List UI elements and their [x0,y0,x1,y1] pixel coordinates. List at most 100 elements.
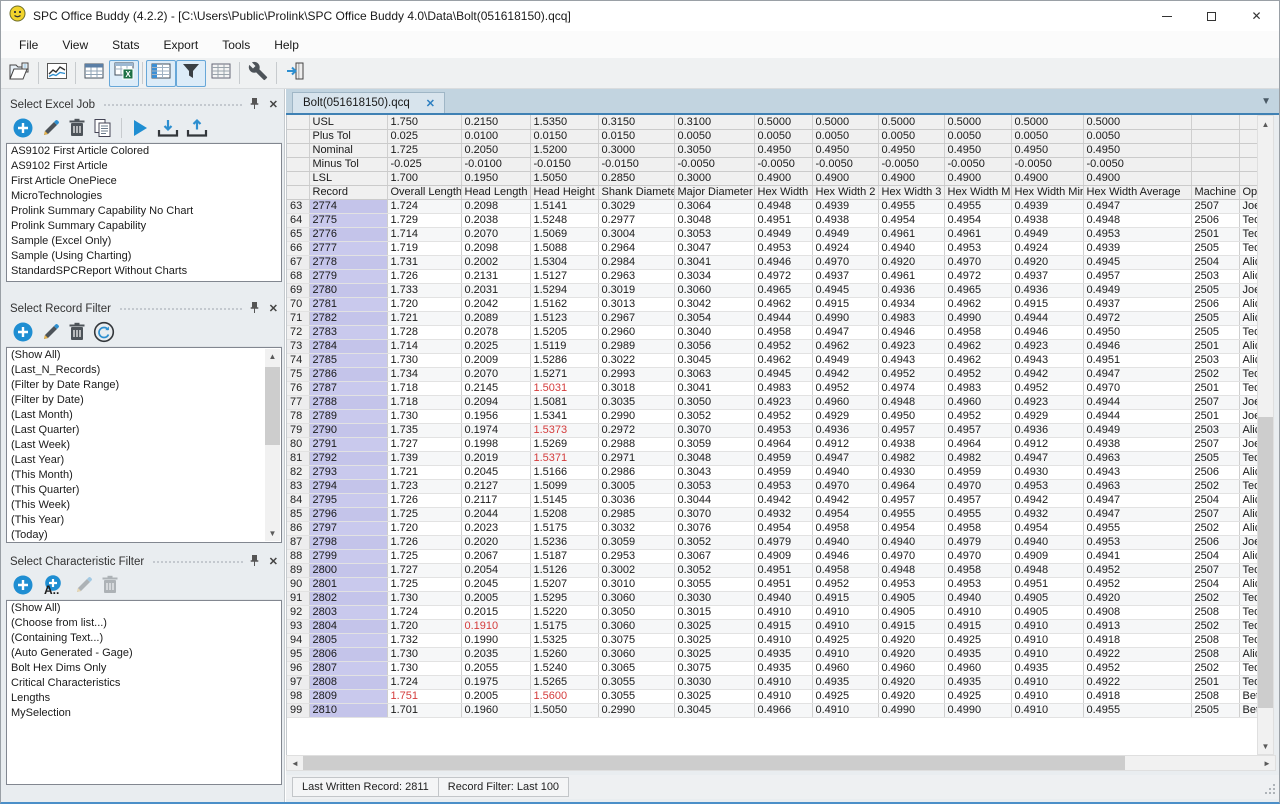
record-cell[interactable]: 2780 [309,283,387,297]
grid-cell[interactable]: Alice [1239,647,1259,661]
grid-cell[interactable]: 0.4935 [754,661,812,675]
list-item[interactable]: StandardSPCReport Without Charts [7,264,281,279]
grid-cell[interactable]: 0.4910 [1011,619,1083,633]
grid-cell[interactable]: 0.4910 [1011,689,1083,703]
row-number[interactable]: 91 [287,591,309,605]
grid-cell[interactable]: 0.3070 [674,507,754,521]
grid-cell[interactable]: 0.4959 [754,451,812,465]
grid-cell[interactable]: 0.4974 [878,381,944,395]
grid-cell[interactable]: 0.4910 [812,619,878,633]
close-button[interactable]: ✕ [1234,1,1279,31]
grid-cell[interactable]: 0.4962 [944,353,1011,367]
grid-cell[interactable]: 1.725 [387,549,461,563]
grid-cell[interactable]: 1.5145 [530,493,598,507]
grid-cell[interactable]: 0.3048 [674,451,754,465]
grid-cell[interactable]: 1.728 [387,325,461,339]
record-cell[interactable]: 2784 [309,339,387,353]
grid-cell[interactable]: 2505 [1191,283,1239,297]
spec-value[interactable] [1239,171,1259,185]
grid-cell[interactable]: 0.4947 [1083,507,1191,521]
grid-cell[interactable]: 0.2964 [598,241,674,255]
grid-cell[interactable]: 0.3052 [674,535,754,549]
grid-cell[interactable]: 0.4990 [812,311,878,325]
grid-cell[interactable]: 0.4950 [1083,325,1191,339]
grid-cell[interactable]: 0.3041 [674,255,754,269]
grid-cell[interactable]: 1.5295 [530,591,598,605]
spec-label[interactable]: Plus Tol [309,129,387,143]
grid-cell[interactable]: 0.2967 [598,311,674,325]
grid-cell[interactable]: 0.4948 [878,563,944,577]
grid-cell[interactable]: 0.4961 [878,269,944,283]
row-number[interactable]: 78 [287,409,309,423]
grid-cell[interactable]: 0.2089 [461,311,530,325]
grid-cell[interactable]: Ted [1239,675,1259,689]
grid-cell[interactable]: 1.720 [387,521,461,535]
grid-cell[interactable]: Alice [1239,423,1259,437]
column-header[interactable]: Record [309,185,387,199]
grid-cell[interactable]: Ted [1239,633,1259,647]
out-of-spec-cell[interactable]: 0.1910 [461,619,530,633]
grid-cell[interactable]: 0.4944 [1011,311,1083,325]
grid-cell[interactable]: 1.701 [387,703,461,717]
grid-cell[interactable]: 1.726 [387,269,461,283]
spec-value[interactable]: 0.5000 [1011,115,1083,129]
scroll-left-icon[interactable]: ◄ [287,759,303,768]
list-item[interactable]: Critical Characteristics [7,676,281,691]
row-number[interactable]: 85 [287,507,309,521]
grid-cell[interactable]: 0.4982 [944,451,1011,465]
data-row[interactable]: 9628071.7300.20551.52400.30650.30750.493… [287,661,1259,675]
grid-cell[interactable]: 0.2977 [598,213,674,227]
grid-cell[interactable]: 0.4918 [1083,633,1191,647]
column-view-button[interactable] [146,60,176,87]
grid-cell[interactable]: 0.4915 [754,619,812,633]
grid-cell[interactable]: 0.4934 [878,297,944,311]
grid-cell[interactable]: 0.4962 [754,297,812,311]
grid-cell[interactable]: 1.733 [387,283,461,297]
grid-cell[interactable]: 1.719 [387,241,461,255]
grid-cell[interactable]: 0.3032 [598,521,674,535]
grid-cell[interactable]: 1.5208 [530,507,598,521]
grid-cell[interactable]: 0.2020 [461,535,530,549]
grid-cell[interactable]: 0.4957 [944,423,1011,437]
grid-cell[interactable]: 1.5162 [530,297,598,311]
data-row[interactable]: 8127921.7390.20191.53710.29710.30480.495… [287,451,1259,465]
spec-value[interactable]: 0.3000 [674,171,754,185]
spec-label[interactable]: Nominal [309,143,387,157]
spec-value[interactable]: 0.3050 [674,143,754,157]
grid-cell[interactable]: 0.4930 [878,465,944,479]
spec-value[interactable]: 0.0050 [878,129,944,143]
grid-cell[interactable]: 1.5081 [530,395,598,409]
row-number[interactable]: 93 [287,619,309,633]
grid-cell[interactable]: 0.4905 [878,605,944,619]
grid-cell[interactable]: 0.4958 [944,325,1011,339]
grid-cell[interactable]: 0.4964 [754,437,812,451]
list-item[interactable]: (Show All) [7,601,281,616]
spec-value[interactable]: -0.0050 [878,157,944,171]
record-cell[interactable]: 2810 [309,703,387,717]
grid-cell[interactable]: 0.4949 [812,353,878,367]
grid-cell[interactable]: 0.4953 [754,423,812,437]
grid-cell[interactable]: 0.4925 [812,689,878,703]
record-cell[interactable]: 2776 [309,227,387,241]
grid-cell[interactable]: 0.4951 [1011,577,1083,591]
grid-cell[interactable]: 0.2045 [461,465,530,479]
grid-cell[interactable]: 0.4952 [1011,381,1083,395]
grid-cell[interactable]: 0.4964 [944,437,1011,451]
grid-cell[interactable]: Ted [1239,591,1259,605]
list-scrollbar[interactable]: ▲ ▼ [265,349,280,541]
grid-cell[interactable]: 2505 [1191,311,1239,325]
grid-cell[interactable]: 0.3025 [674,619,754,633]
grid-cell[interactable]: 0.4910 [812,703,878,717]
grid-cell[interactable]: 0.1975 [461,675,530,689]
record-cell[interactable]: 2809 [309,689,387,703]
grid-cell[interactable]: 0.4915 [878,619,944,633]
grid-cell[interactable]: 1.5175 [530,521,598,535]
data-row[interactable]: 8928001.7270.20541.51260.30020.30520.495… [287,563,1259,577]
data-row[interactable]: 7127821.7210.20891.51230.29670.30540.494… [287,311,1259,325]
spec-value[interactable]: 0.4900 [944,171,1011,185]
grid-cell[interactable]: 2507 [1191,199,1239,213]
grid-cell[interactable]: 1.5141 [530,199,598,213]
grid-cell[interactable]: Ted [1239,605,1259,619]
grid-cell[interactable]: 1.724 [387,199,461,213]
grid-cell[interactable]: 0.4918 [1083,689,1191,703]
